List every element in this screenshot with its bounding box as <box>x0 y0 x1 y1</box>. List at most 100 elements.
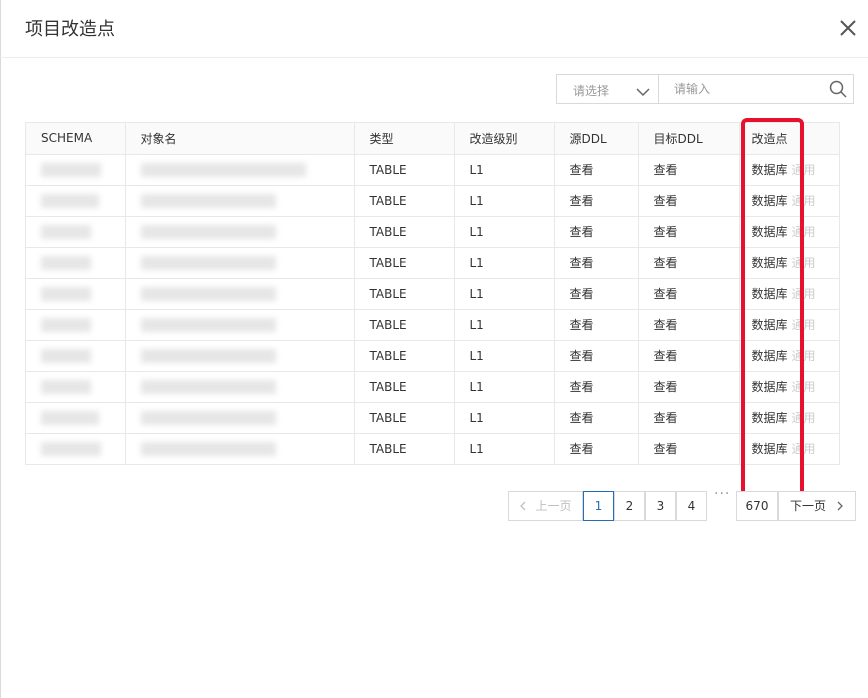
object-name-cell <box>125 278 355 310</box>
type-cell: TABLE <box>354 433 455 465</box>
source-ddl-link[interactable]: 查看 <box>554 371 639 403</box>
schema-cell <box>26 278 126 310</box>
redacted-object-name <box>140 441 276 456</box>
change-point-database: 数据库 <box>751 411 788 425</box>
last-page-button[interactable]: 670 <box>736 491 778 521</box>
target-ddl-link[interactable]: 查看 <box>638 278 740 310</box>
target-ddl-link[interactable]: 查看 <box>638 340 740 372</box>
table-header-row: SCHEMA 对象名 类型 改造级别 源DDL 目标DDL 改造点 <box>26 123 839 155</box>
target-ddl-link[interactable]: 查看 <box>638 247 740 279</box>
page-3-button[interactable]: 3 <box>645 491 676 521</box>
col-target-ddl: 目标DDL <box>638 123 740 155</box>
page-4-button[interactable]: 4 <box>676 491 707 521</box>
change-point-cell: 数据库 通用 <box>739 402 839 434</box>
change-point-general: 通用 <box>791 380 816 394</box>
change-point-database: 数据库 <box>751 287 788 301</box>
dialog-left-edge <box>0 0 1 698</box>
redacted-object-name <box>140 255 276 270</box>
col-type: 类型 <box>354 123 455 155</box>
table-row: TABLE L1 查看 查看 数据库 通用 <box>26 154 839 186</box>
schema-cell <box>26 247 126 279</box>
target-ddl-link[interactable]: 查看 <box>638 371 740 403</box>
type-cell: TABLE <box>354 340 455 372</box>
table-row: TABLE L1 查看 查看 数据库 通用 <box>26 433 839 465</box>
source-ddl-link[interactable]: 查看 <box>554 278 639 310</box>
source-ddl-link[interactable]: 查看 <box>554 309 639 341</box>
search-icon[interactable] <box>829 80 847 102</box>
source-ddl-link[interactable]: 查看 <box>554 216 639 248</box>
level-cell: L1 <box>454 247 555 279</box>
change-point-cell: 数据库 通用 <box>739 278 839 310</box>
redacted-schema <box>41 255 91 270</box>
level-cell: L1 <box>454 278 555 310</box>
search-input[interactable] <box>659 75 834 103</box>
table-row: TABLE L1 查看 查看 数据库 通用 <box>26 278 839 310</box>
object-name-cell <box>125 402 355 434</box>
type-cell: TABLE <box>354 278 455 310</box>
source-ddl-link[interactable]: 查看 <box>554 185 639 217</box>
level-cell: L1 <box>454 340 555 372</box>
chevron-down-icon <box>636 83 650 102</box>
object-name-cell <box>125 309 355 341</box>
redacted-schema <box>41 410 99 425</box>
type-cell: TABLE <box>354 402 455 434</box>
source-ddl-link[interactable]: 查看 <box>554 402 639 434</box>
redacted-schema <box>41 348 91 363</box>
col-object-name: 对象名 <box>125 123 355 155</box>
redacted-object-name <box>140 286 276 301</box>
change-point-cell: 数据库 通用 <box>739 154 839 186</box>
change-point-database: 数据库 <box>751 225 788 239</box>
redacted-object-name <box>140 410 276 425</box>
redacted-object-name <box>140 162 306 177</box>
schema-cell <box>26 185 126 217</box>
object-name-cell <box>125 154 355 186</box>
change-point-general: 通用 <box>791 411 816 425</box>
table-row: TABLE L1 查看 查看 数据库 通用 <box>26 371 839 403</box>
change-point-cell: 数据库 通用 <box>739 340 839 372</box>
schema-cell <box>26 309 126 341</box>
change-point-database: 数据库 <box>751 163 788 177</box>
redacted-schema <box>41 286 91 301</box>
schema-cell <box>26 433 126 465</box>
object-name-cell <box>125 247 355 279</box>
table-row: TABLE L1 查看 查看 数据库 通用 <box>26 185 839 217</box>
change-point-cell: 数据库 通用 <box>739 433 839 465</box>
target-ddl-link[interactable]: 查看 <box>638 402 740 434</box>
target-ddl-link[interactable]: 查看 <box>638 154 740 186</box>
page-2-button[interactable]: 2 <box>614 491 645 521</box>
source-ddl-link[interactable]: 查看 <box>554 340 639 372</box>
pagination-ellipsis[interactable]: ··· <box>714 486 730 502</box>
type-cell: TABLE <box>354 216 455 248</box>
redacted-object-name <box>140 224 276 239</box>
source-ddl-link[interactable]: 查看 <box>554 433 639 465</box>
redacted-schema <box>41 379 91 394</box>
source-ddl-link[interactable]: 查看 <box>554 154 639 186</box>
target-ddl-link[interactable]: 查看 <box>638 433 740 465</box>
target-ddl-link[interactable]: 查看 <box>638 185 740 217</box>
table-row: TABLE L1 查看 查看 数据库 通用 <box>26 402 839 434</box>
prev-page-button[interactable]: 上一页 <box>508 491 583 521</box>
change-point-cell: 数据库 通用 <box>739 185 839 217</box>
object-name-cell <box>125 340 355 372</box>
schema-cell <box>26 402 126 434</box>
schema-cell <box>26 371 126 403</box>
redacted-object-name <box>140 317 276 332</box>
col-source-ddl: 源DDL <box>554 123 639 155</box>
change-point-general: 通用 <box>791 287 816 301</box>
page-1-button[interactable]: 1 <box>583 491 614 521</box>
redacted-object-name <box>140 193 276 208</box>
next-page-button[interactable]: 下一页 <box>778 491 856 521</box>
source-ddl-link[interactable]: 查看 <box>554 247 639 279</box>
type-cell: TABLE <box>354 309 455 341</box>
change-point-cell: 数据库 通用 <box>739 309 839 341</box>
close-icon[interactable] <box>838 18 858 38</box>
filter-select[interactable]: 请选择 <box>557 75 659 103</box>
level-cell: L1 <box>454 185 555 217</box>
type-cell: TABLE <box>354 154 455 186</box>
object-name-cell <box>125 433 355 465</box>
table-row: TABLE L1 查看 查看 数据库 通用 <box>26 309 839 341</box>
schema-cell <box>26 340 126 372</box>
target-ddl-link[interactable]: 查看 <box>638 309 740 341</box>
target-ddl-link[interactable]: 查看 <box>638 216 740 248</box>
change-point-general: 通用 <box>791 256 816 270</box>
